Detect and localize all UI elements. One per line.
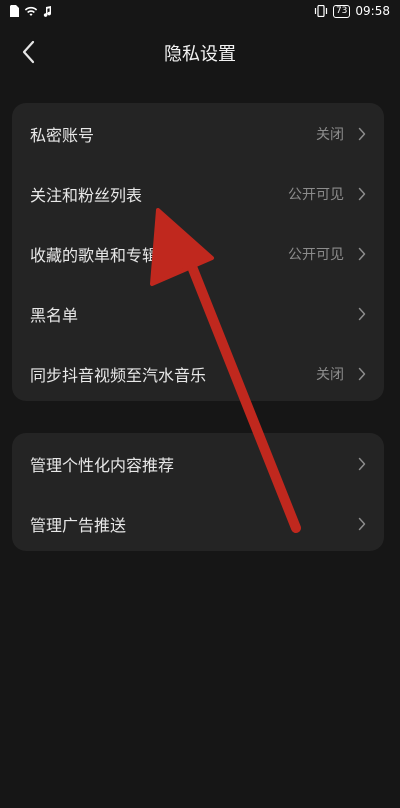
battery-indicator: 73: [332, 4, 351, 18]
vibrate-icon: [314, 5, 328, 17]
setting-row-sync-douyin[interactable]: 同步抖音视频至汽水音乐 关闭: [12, 344, 384, 404]
setting-value: 公开可见: [288, 187, 344, 203]
sim-icon: [10, 5, 19, 17]
nav-bar: 隐私设置: [0, 30, 400, 74]
status-right: 73 09:58: [314, 4, 390, 18]
setting-row-collections[interactable]: 收藏的歌单和专辑 公开可见: [12, 224, 384, 284]
chevron-right-icon: [358, 307, 368, 321]
setting-label: 同步抖音视频至汽水音乐: [30, 366, 207, 385]
chevron-right-icon: [358, 127, 368, 141]
music-note-icon: [43, 5, 52, 17]
setting-label: 黑名单: [30, 306, 79, 325]
setting-row-ad-push[interactable]: 管理广告推送: [12, 494, 384, 554]
page-title: 隐私设置: [164, 44, 236, 65]
content-settings-group: 管理个性化内容推荐 管理广告推送: [12, 433, 384, 551]
chevron-right-icon: [358, 247, 368, 261]
setting-row-private-account[interactable]: 私密账号 关闭: [12, 104, 384, 164]
chevron-right-icon: [358, 457, 368, 471]
wifi-icon: [24, 6, 38, 16]
setting-label: 管理个性化内容推荐: [30, 456, 175, 475]
status-left: [10, 5, 52, 17]
chevron-right-icon: [358, 367, 368, 381]
status-time: 09:58: [355, 4, 390, 18]
setting-value: 关闭: [316, 367, 344, 383]
setting-label: 管理广告推送: [30, 516, 127, 535]
setting-row-personalized-recommend[interactable]: 管理个性化内容推荐: [12, 434, 384, 494]
status-bar: 73 09:58: [0, 0, 400, 22]
chevron-right-icon: [358, 517, 368, 531]
setting-label: 关注和粉丝列表: [30, 186, 143, 205]
setting-label: 收藏的歌单和专辑: [30, 246, 159, 265]
setting-value: 公开可见: [288, 247, 344, 263]
chevron-right-icon: [358, 187, 368, 201]
setting-row-follow-list[interactable]: 关注和粉丝列表 公开可见: [12, 164, 384, 224]
setting-row-blacklist[interactable]: 黑名单: [12, 284, 384, 344]
privacy-settings-group: 私密账号 关闭 关注和粉丝列表 公开可见 收藏的歌单和专辑 公开可见 黑名单 同…: [12, 103, 384, 401]
setting-label: 私密账号: [30, 126, 95, 145]
setting-value: 关闭: [316, 127, 344, 143]
